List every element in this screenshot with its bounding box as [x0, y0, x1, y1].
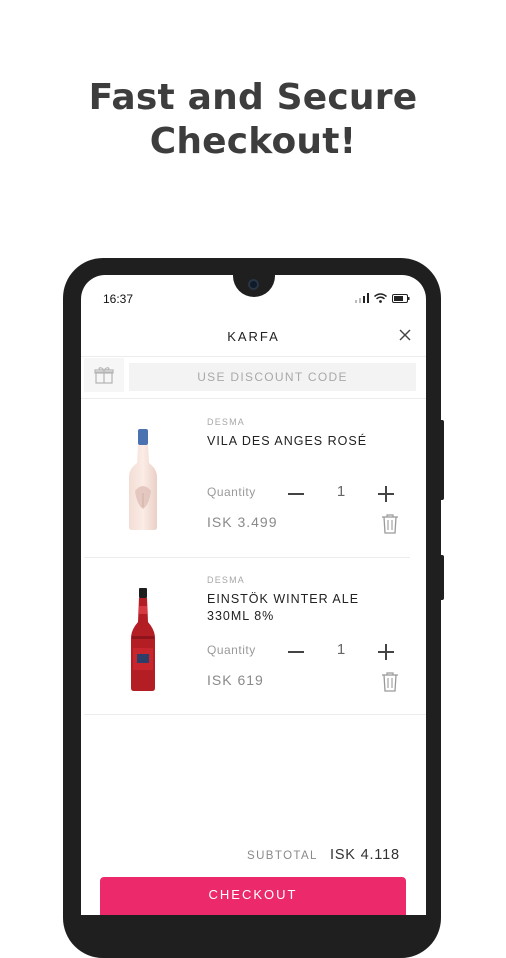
cart-item: DESMA VILA DES ANGES ROSÉ Quantity 1 ISK… [81, 399, 426, 557]
cart-title: KARFA [227, 329, 280, 344]
quantity-value: 1 [336, 641, 346, 658]
phone-side-button [438, 420, 444, 500]
discount-row: USE DISCOUNT CODE [84, 358, 420, 392]
promo-headline: Fast and Secure Checkout! [0, 76, 506, 164]
headline-line-2: Checkout! [149, 121, 357, 162]
quantity-decrease-button[interactable] [286, 484, 306, 504]
trash-icon[interactable] [380, 671, 400, 693]
quantity-label: Quantity [207, 485, 256, 499]
quantity-value: 1 [336, 483, 346, 500]
signal-icon [355, 293, 369, 303]
item-name: VILA DES ANGES ROSÉ [207, 434, 368, 448]
battery-icon [392, 293, 410, 303]
quantity-increase-button[interactable] [376, 484, 396, 504]
item-price: ISK 3.499 [207, 514, 278, 530]
close-icon[interactable] [398, 328, 412, 342]
discount-code-input[interactable]: USE DISCOUNT CODE [129, 363, 416, 391]
status-icons [355, 293, 410, 303]
rose-wine-bottle-image [129, 429, 157, 530]
headline-line-1: Fast and Secure [88, 77, 418, 118]
gift-button[interactable] [84, 358, 124, 392]
checkout-button[interactable]: CHECKOUT [100, 877, 406, 915]
gift-icon [94, 367, 114, 384]
header-divider [81, 356, 426, 357]
camera-notch [233, 275, 275, 297]
item-brand: DESMA [207, 417, 246, 427]
phone-side-button [438, 555, 444, 600]
status-time: 16:37 [103, 292, 134, 306]
quantity-decrease-button[interactable] [286, 642, 306, 662]
camera-icon [248, 279, 259, 290]
subtotal-value: ISK 4.118 [330, 847, 400, 863]
wifi-icon [374, 293, 387, 303]
phone-screen: 16:37 KARFA USE DISCOUNT CODE DESMA VILA… [81, 275, 426, 915]
quantity-increase-button[interactable] [376, 642, 396, 662]
cart-item: DESMA EINSTÖK WINTER ALE 330ML 8% Quanti… [81, 557, 426, 715]
beer-bottle-image [131, 588, 155, 691]
item-divider [84, 714, 426, 715]
trash-icon[interactable] [380, 513, 400, 535]
subtotal-label: SUBTOTAL [247, 850, 318, 862]
quantity-label: Quantity [207, 643, 256, 657]
item-name: EINSTÖK WINTER ALE 330ML 8% [207, 592, 360, 623]
item-brand: DESMA [207, 575, 246, 585]
item-price: ISK 619 [207, 672, 264, 688]
